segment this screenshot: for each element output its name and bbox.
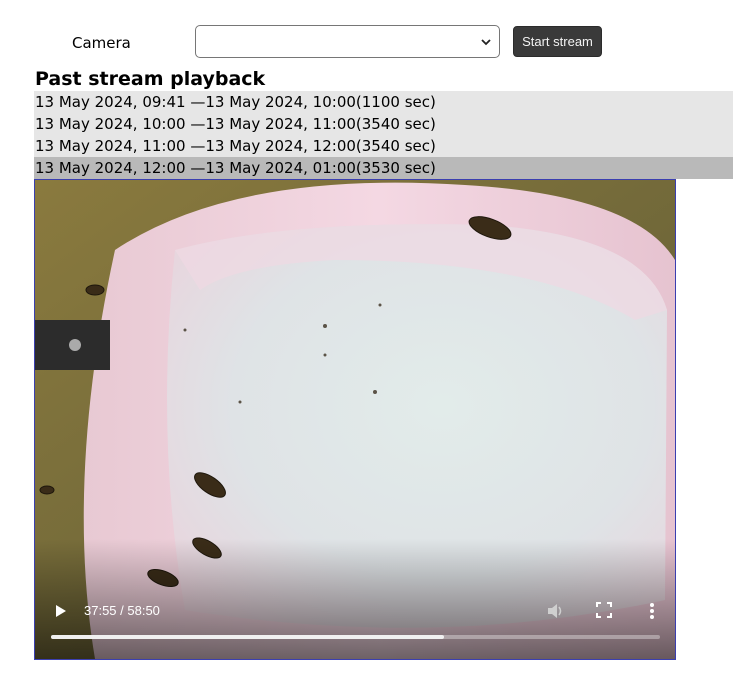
- playback-heading: Past stream playback: [35, 68, 266, 90]
- more-options-icon[interactable]: [647, 601, 657, 621]
- recording-list: 13 May 2024, 09:41 —13 May 2024, 10:00(1…: [34, 91, 733, 179]
- fullscreen-icon[interactable]: [595, 601, 613, 619]
- recording-item[interactable]: 13 May 2024, 10:00 —13 May 2024, 11:00(3…: [34, 113, 733, 135]
- recording-item[interactable]: 13 May 2024, 09:41 —13 May 2024, 10:00(1…: [34, 91, 733, 113]
- time-display: 37:55 / 58:50: [84, 603, 160, 618]
- volume-icon[interactable]: [545, 601, 565, 621]
- recording-item-selected[interactable]: 13 May 2024, 12:00 —13 May 2024, 01:00(3…: [34, 157, 733, 179]
- controls-overlay: [35, 539, 675, 659]
- camera-select[interactable]: [195, 25, 500, 58]
- chevron-down-icon: [481, 39, 491, 46]
- seek-bar[interactable]: [51, 635, 660, 639]
- video-player[interactable]: 37:55 / 58:50: [34, 179, 676, 660]
- seek-bar-fill: [51, 635, 444, 639]
- camera-label: Camera: [72, 34, 131, 52]
- recording-item[interactable]: 13 May 2024, 11:00 —13 May 2024, 12:00(3…: [34, 135, 733, 157]
- start-stream-button[interactable]: Start stream: [513, 26, 602, 57]
- play-icon[interactable]: [51, 602, 69, 620]
